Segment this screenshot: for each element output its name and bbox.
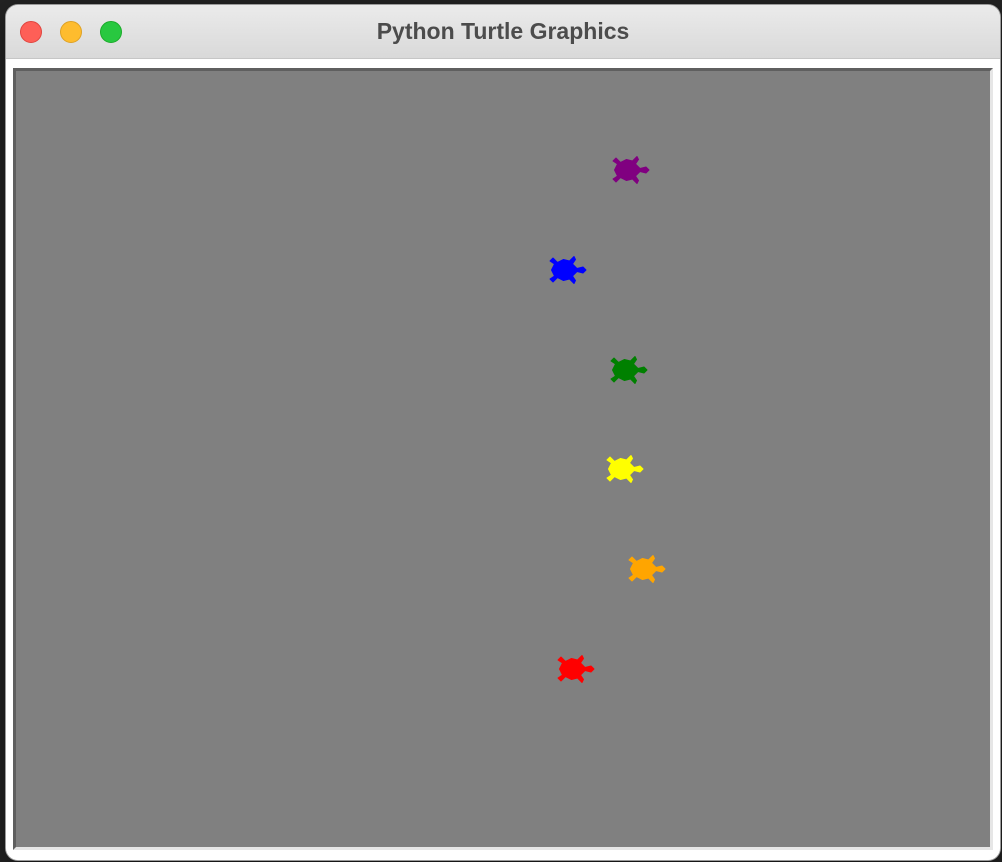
- turtle-yellow: [606, 455, 644, 483]
- desktop: Python Turtle Graphics: [0, 0, 1002, 862]
- turtle-shape: [549, 256, 587, 284]
- turtle-canvas[interactable]: [16, 71, 990, 847]
- turtle-shape: [606, 455, 644, 483]
- turtle-purple: [612, 156, 650, 184]
- window-title: Python Turtle Graphics: [376, 18, 630, 44]
- window-body: [6, 59, 1000, 860]
- turtle-layer: [549, 156, 666, 683]
- turtle-blue: [549, 256, 587, 284]
- turtle-shape: [610, 356, 648, 384]
- turtle-green: [610, 356, 648, 384]
- turtle-shape: [628, 555, 666, 583]
- title-bar[interactable]: Python Turtle Graphics: [6, 5, 1000, 59]
- turtle-shape: [612, 156, 650, 184]
- turtle-red: [557, 655, 595, 683]
- turtle-window: Python Turtle Graphics: [6, 5, 1000, 860]
- turtle-shape: [557, 655, 595, 683]
- turtle-orange: [628, 555, 666, 583]
- canvas-frame: [13, 68, 993, 850]
